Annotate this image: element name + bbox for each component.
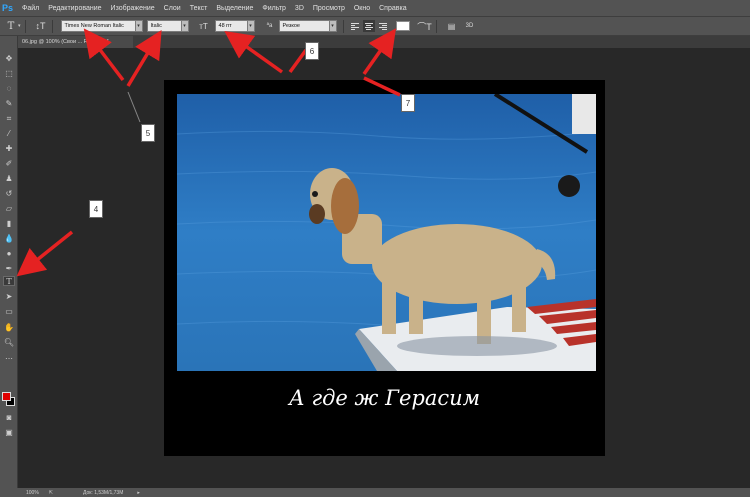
foreground-color-swatch[interactable] [2, 392, 11, 401]
status-bar: 100% ⇱ Док: 1,53M/1,73M ▸ [0, 488, 750, 497]
text-orientation-icon[interactable]: ↕T [34, 19, 48, 33]
font-size-select[interactable]: 48 пт ▾ [214, 20, 255, 32]
warp-text-icon[interactable]: ⌒T [417, 19, 432, 33]
blur-tool-icon[interactable]: 💧 [3, 234, 15, 244]
antialias-value: Резкое [282, 23, 300, 29]
tools-panel: ✥ ⬚ ◌ ✎ ⌗ ⁄ ✚ ✐ ♟ ↺ ▱ ▮ 💧 ● ✒ T ➤ ▭ ✋ 🔍︎… [0, 36, 18, 488]
quick-mask-icon[interactable]: ◙ [3, 413, 15, 423]
annotation-marker-6: 6 [305, 42, 319, 60]
more-tools-icon[interactable]: ⋯ [3, 354, 15, 364]
menu-bar: Ps Файл Редактирование Изображение Слои … [0, 0, 750, 16]
gradient-tool-icon[interactable]: ▮ [3, 219, 15, 229]
menu-filter[interactable]: Фильтр [262, 5, 286, 12]
dodge-tool-icon[interactable]: ● [3, 249, 15, 259]
menu-file[interactable]: Файл [22, 5, 39, 12]
hand-tool-icon[interactable]: ✋ [3, 323, 15, 333]
font-size-value: 48 пт [218, 23, 232, 29]
annotation-marker-7: 7 [401, 94, 415, 112]
path-selection-icon[interactable]: ➤ [3, 292, 15, 302]
lasso-tool-icon[interactable]: ◌ [3, 84, 15, 94]
move-tool-icon[interactable]: ✥ [3, 54, 15, 64]
menu-help[interactable]: Справка [379, 5, 406, 12]
menu-image[interactable]: Изображение [111, 5, 155, 12]
document-tab[interactable]: 06.jpg @ 100% (Свои ... RGB/8#) * [18, 36, 133, 48]
marquee-tool-icon[interactable]: ⬚ [3, 69, 15, 79]
align-right-button[interactable] [377, 20, 389, 32]
chevron-down-icon: ▾ [328, 21, 336, 31]
status-menu-arrow-icon[interactable]: ▸ [137, 490, 140, 496]
annotation-marker-5: 5 [141, 124, 155, 142]
font-family-value: Times New Roman Italic [64, 23, 124, 29]
menu-select[interactable]: Выделение [216, 5, 253, 12]
quick-selection-icon[interactable]: ✎ [3, 99, 15, 109]
3d-button[interactable]: 3D [463, 19, 477, 33]
type-tool-icon[interactable]: T [3, 276, 15, 286]
chevron-down-icon[interactable]: ▾ [18, 23, 21, 29]
history-brush-icon[interactable]: ↺ [3, 189, 15, 199]
antialias-icon: ªa [266, 23, 273, 29]
chevron-down-icon: ▾ [246, 21, 254, 31]
document-size: Док: 1,53M/1,73M [83, 489, 124, 496]
photoshop-logo: Ps [2, 3, 14, 13]
brush-tool-icon[interactable]: ✐ [3, 159, 15, 169]
menu-type[interactable]: Текст [190, 5, 208, 12]
antialias-select[interactable]: Резкое ▾ [278, 20, 337, 32]
zoom-tool-icon[interactable]: 🔍︎ [3, 338, 15, 348]
align-center-button[interactable] [362, 20, 375, 32]
panels-toggle-icon[interactable]: ▤ [445, 19, 459, 33]
eraser-icon[interactable]: ▱ [3, 204, 15, 214]
dog-photo [177, 94, 596, 371]
annotation-marker-4: 4 [89, 200, 103, 218]
text-tool-icon[interactable]: T [4, 19, 18, 33]
document-tabs: 06.jpg @ 100% (Свои ... RGB/8#) * [18, 36, 750, 48]
export-icon[interactable]: ⇱ [49, 490, 53, 496]
menu-layers[interactable]: Слои [164, 5, 181, 12]
text-color-swatch[interactable] [395, 21, 410, 31]
crop-tool-icon[interactable]: ⌗ [3, 114, 15, 124]
font-style-value: Italic [150, 23, 162, 29]
screen-mode-icon[interactable]: ▣ [3, 428, 15, 438]
font-size-icon: ᴛT [199, 21, 208, 31]
options-bar: T ▾ ↕T Times New Roman Italic ▾ Italic ▾… [0, 16, 750, 36]
rectangle-tool-icon[interactable]: ▭ [3, 307, 15, 317]
pen-tool-icon[interactable]: ✒ [3, 264, 15, 274]
menu-window[interactable]: Окно [354, 5, 370, 12]
align-left-button[interactable] [349, 20, 361, 32]
eyedropper-icon[interactable]: ⁄ [3, 129, 15, 139]
caption-text[interactable]: А где ж Герасим [164, 386, 605, 410]
chevron-down-icon: ▾ [180, 21, 188, 31]
healing-brush-icon[interactable]: ✚ [3, 144, 15, 154]
clone-stamp-icon[interactable]: ♟ [3, 174, 15, 184]
menu-view[interactable]: Просмотр [313, 5, 345, 12]
menu-edit[interactable]: Редактирование [48, 5, 101, 12]
document-tab-title: 06.jpg @ 100% (Свои ... RGB/8#) * [22, 39, 109, 45]
font-style-select[interactable]: Italic ▾ [146, 20, 189, 32]
chevron-down-icon: ▾ [134, 21, 142, 31]
font-family-select[interactable]: Times New Roman Italic ▾ [60, 20, 143, 32]
zoom-level[interactable]: 100% [26, 490, 39, 496]
menu-3d[interactable]: 3D [295, 5, 304, 12]
